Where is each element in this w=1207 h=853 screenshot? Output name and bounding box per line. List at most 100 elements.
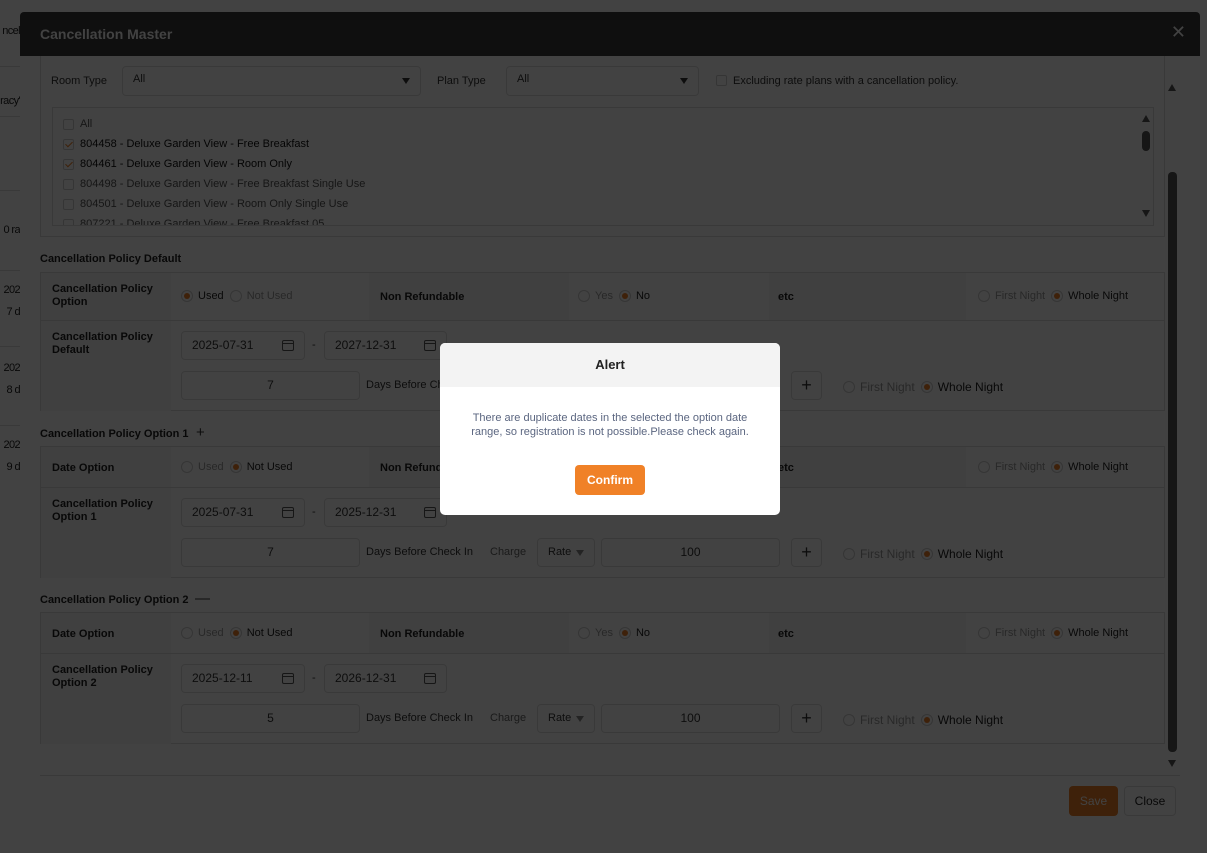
charge-night-radio[interactable]	[843, 380, 855, 393]
night-option[interactable]: Whole Night	[1068, 627, 1128, 639]
plan-item-label[interactable]: 804461 - Deluxe Garden View - Room Only	[80, 158, 292, 170]
non-refundable-radio[interactable]	[618, 626, 631, 639]
usage-radio[interactable]	[229, 626, 242, 639]
calendar-icon[interactable]	[424, 673, 436, 684]
date-separator: -	[312, 339, 316, 351]
plan-checkbox[interactable]	[63, 219, 74, 225]
night-option[interactable]: First Night	[995, 461, 1045, 473]
usage-option[interactable]: Not Used	[247, 461, 293, 473]
calendar-icon[interactable]	[424, 340, 436, 351]
charge-night-radio[interactable]	[843, 713, 855, 726]
list-scrollbar-thumb[interactable]	[1142, 131, 1150, 151]
usage-option[interactable]: Not Used	[247, 627, 293, 639]
non-refundable-option[interactable]: No	[636, 627, 650, 639]
night-option[interactable]: Whole Night	[1068, 461, 1128, 473]
night-radio[interactable]	[1051, 290, 1064, 303]
add-charge-button[interactable]: +	[791, 371, 822, 400]
days-input[interactable]: 7	[181, 538, 360, 567]
room-type-select[interactable]: All	[122, 66, 421, 96]
usage-option[interactable]: Used	[198, 627, 224, 639]
charge-value-input[interactable]: 100	[601, 704, 780, 733]
plan-item-label[interactable]: 804498 - Deluxe Garden View - Free Break…	[80, 178, 365, 190]
usage-option[interactable]: Not Used	[247, 290, 293, 302]
scroll-up-icon[interactable]	[1142, 115, 1150, 122]
date-from-input[interactable]: 2025-07-31	[181, 498, 305, 527]
charge-night-radio[interactable]	[920, 380, 933, 393]
plan-item-label[interactable]: 804501 - Deluxe Garden View - Room Only …	[80, 198, 348, 210]
add-charge-button[interactable]: +	[791, 704, 822, 733]
close-icon[interactable]: ✕	[1171, 22, 1186, 43]
usage-radio[interactable]	[229, 290, 242, 303]
modal-scroll-up-icon[interactable]	[1168, 84, 1176, 91]
night-radio[interactable]	[1051, 626, 1064, 639]
date-to-input[interactable]: 2026-12-31	[324, 664, 447, 693]
non-refundable-radio[interactable]	[578, 626, 590, 639]
night-option[interactable]: Whole Night	[1068, 290, 1128, 302]
night-radio[interactable]	[1051, 460, 1064, 473]
charge-night-option[interactable]: First Night	[860, 380, 915, 394]
days-input[interactable]: 7	[181, 371, 360, 400]
calendar-icon[interactable]	[282, 673, 294, 684]
non-refundable-option[interactable]: Yes	[595, 290, 613, 302]
add-charge-button[interactable]: +	[791, 538, 822, 567]
scroll-down-icon[interactable]	[1142, 210, 1150, 217]
non-refundable-radio[interactable]	[578, 290, 590, 303]
exclude-checkbox[interactable]	[716, 75, 727, 86]
row-label-cell: Cancellation Policy Option	[41, 273, 171, 321]
close-button[interactable]: Close	[1124, 786, 1176, 816]
charge-type-select[interactable]: Rate	[537, 704, 595, 733]
save-button[interactable]: Save	[1069, 786, 1118, 816]
usage-radio[interactable]	[229, 460, 242, 473]
bg-fragment: 8 d	[6, 384, 21, 396]
remove-option-button[interactable]: —	[195, 590, 210, 607]
date-from-input[interactable]: 2025-07-31	[181, 331, 305, 360]
date-to-input[interactable]: 2027-12-31	[324, 331, 447, 360]
usage-option[interactable]: Used	[198, 290, 224, 302]
plan-checkbox[interactable]	[63, 139, 74, 150]
modal-scroll-down-icon[interactable]	[1168, 760, 1176, 767]
night-option[interactable]: First Night	[995, 627, 1045, 639]
charge-night-radio[interactable]	[843, 547, 855, 560]
add-option-button[interactable]: +	[196, 424, 205, 441]
date-from-input[interactable]: 2025-12-11	[181, 664, 305, 693]
night-radio[interactable]	[978, 460, 990, 473]
plan-item-label[interactable]: All	[80, 118, 92, 130]
usage-radio[interactable]	[181, 460, 193, 473]
calendar-icon[interactable]	[282, 340, 294, 351]
night-radio[interactable]	[978, 290, 990, 303]
plan-checkbox[interactable]	[63, 119, 74, 130]
charge-night-option[interactable]: Whole Night	[938, 713, 1003, 727]
non-refundable-label-cell: Non Refundable	[369, 273, 569, 321]
calendar-icon[interactable]	[282, 507, 294, 518]
charge-night-radio[interactable]	[920, 547, 933, 560]
confirm-button[interactable]: Confirm	[575, 465, 645, 495]
modal-scrollbar-thumb[interactable]	[1168, 172, 1177, 752]
charge-night-option[interactable]: First Night	[860, 547, 915, 561]
plan-checkbox[interactable]	[63, 199, 74, 210]
non-refundable-option[interactable]: Yes	[595, 627, 613, 639]
night-radio[interactable]	[978, 626, 990, 639]
plan-item-label[interactable]: 804458 - Deluxe Garden View - Free Break…	[80, 138, 309, 150]
date-separator: -	[312, 672, 316, 684]
usage-radio[interactable]	[181, 626, 193, 639]
non-refundable-option[interactable]: No	[636, 290, 650, 302]
plan-item-label[interactable]: 807221 - Deluxe Garden View - Free Break…	[80, 218, 324, 225]
days-input[interactable]: 5	[181, 704, 360, 733]
calendar-icon[interactable]	[424, 507, 436, 518]
usage-radio[interactable]	[181, 290, 193, 303]
charge-night-option[interactable]: Whole Night	[938, 380, 1003, 394]
plan-type-select[interactable]: All	[506, 66, 699, 96]
date-to-input[interactable]: 2025-12-31	[324, 498, 447, 527]
charge-type-select[interactable]: Rate	[537, 538, 595, 567]
usage-option[interactable]: Used	[198, 461, 224, 473]
charge-type-value: Rate	[548, 546, 572, 558]
plan-checkbox[interactable]	[63, 159, 74, 170]
charge-night-radio[interactable]	[920, 713, 933, 726]
bg-fragment-wrap: 0 ra	[0, 224, 20, 236]
charge-night-option[interactable]: Whole Night	[938, 547, 1003, 561]
charge-night-option[interactable]: First Night	[860, 713, 915, 727]
charge-value-input[interactable]: 100	[601, 538, 780, 567]
plan-checkbox[interactable]	[63, 179, 74, 190]
non-refundable-radio[interactable]	[618, 290, 631, 303]
night-option[interactable]: First Night	[995, 290, 1045, 302]
